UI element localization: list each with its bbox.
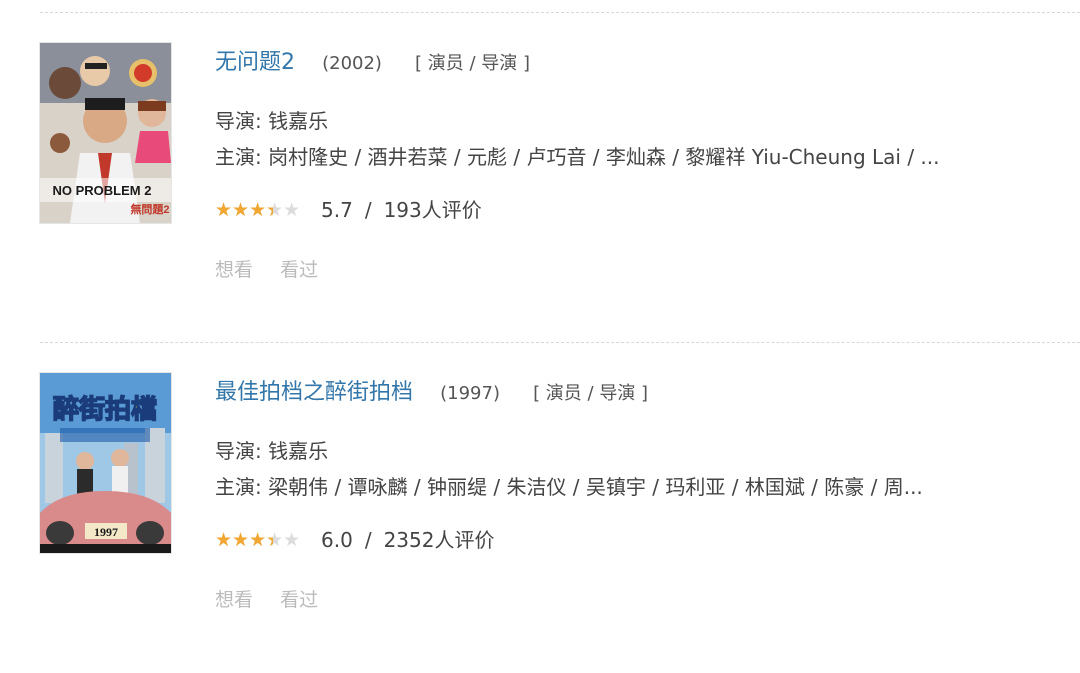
movie-poster[interactable]: NO PROBLEM 2 無問題2 [40,43,171,223]
movie-info: 最佳拍档之醉街拍档 (1997) [ 演员 / 导演 ] 导演: 钱嘉乐 主演:… [215,373,1055,612]
rating-separator: / [364,198,372,222]
rating-row: ★★★★★ ★★★★★ 5.7 / 193人评价 [215,195,1055,225]
rating-score: 6.0 [321,528,353,552]
divider-middle [40,342,1080,343]
watched-link[interactable]: 看过 [280,589,318,611]
movie-director: 导演: 钱嘉乐 [215,439,329,463]
movie-item: 醉街拍檔 1997 最佳拍档之醉街拍档 (1997) [ 演员 / 导演 ] 导… [0,373,1080,673]
movie-title-link[interactable]: 无问题2 [215,50,295,75]
rating-count: 193人评价 [383,198,482,222]
movie-title-link[interactable]: 最佳拍档之醉街拍档 [215,380,413,405]
want-to-watch-link[interactable]: 想看 [215,259,253,281]
poster-image: NO PROBLEM 2 無問題2 [40,43,171,223]
title-row: 最佳拍档之醉街拍档 (1997) [ 演员 / 导演 ] [215,373,1055,413]
movie-roles: [ 演员 / 导演 ] [533,383,649,404]
movie-cast: 主演: 岗村隆史 / 酒井若菜 / 元彪 / 卢巧音 / 李灿森 / 黎耀祥 Y… [215,145,940,169]
poster-title-text: 醉街拍檔 [53,395,157,425]
stars-filled-icon: ★★★★★ [215,200,273,220]
poster-subtitle-text: 1997 [94,525,118,539]
divider-top [40,12,1080,13]
movie-poster[interactable]: 醉街拍檔 1997 [40,373,171,553]
actions-row: 想看 看过 [215,585,1055,612]
movie-item: NO PROBLEM 2 無問題2 无问题2 (2002) [ 演员 / 导演 … [0,43,1080,343]
movie-year: (2002) [322,53,382,74]
poster-title-text: NO PROBLEM 2 [53,183,152,198]
rating-row: ★★★★★ ★★★★★ 6.0 / 2352人评价 [215,525,1055,555]
title-row: 无问题2 (2002) [ 演员 / 导演 ] [215,43,1055,83]
rating-score: 5.7 [321,198,353,222]
poster-image: 醉街拍檔 1997 [40,373,171,553]
movie-director: 导演: 钱嘉乐 [215,109,329,133]
want-to-watch-link[interactable]: 想看 [215,589,253,611]
actions-row: 想看 看过 [215,255,1055,282]
poster-subtitle-text: 無問題2 [130,202,169,216]
movie-cast: 主演: 梁朝伟 / 谭咏麟 / 钟丽缇 / 朱洁仪 / 吴镇宇 / 玛利亚 / … [215,475,923,499]
stars-filled-icon: ★★★★★ [215,530,273,550]
movie-year: (1997) [440,383,500,404]
rating-count: 2352人评价 [383,528,495,552]
watched-link[interactable]: 看过 [280,259,318,281]
movie-info: 无问题2 (2002) [ 演员 / 导演 ] 导演: 钱嘉乐 主演: 岗村隆史… [215,43,1055,282]
rating-separator: / [364,528,372,552]
rating-stars: ★★★★★ ★★★★★ [215,200,311,220]
rating-stars: ★★★★★ ★★★★★ [215,530,311,550]
movie-roles: [ 演员 / 导演 ] [415,53,531,74]
